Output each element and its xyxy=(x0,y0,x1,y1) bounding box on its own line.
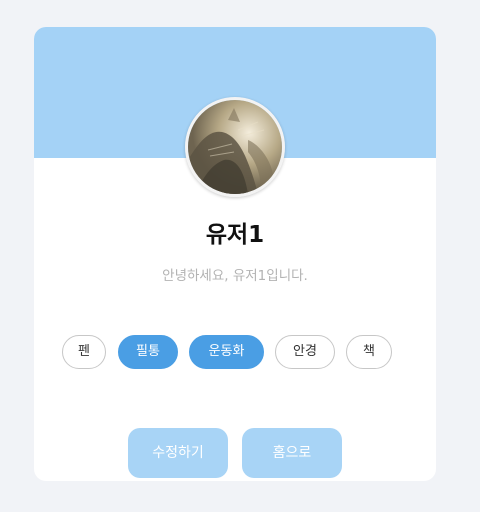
cat-photo-icon xyxy=(188,100,282,194)
tag-sneakers[interactable]: 운동화 xyxy=(189,335,264,369)
home-button[interactable]: 홈으로 xyxy=(242,428,342,478)
avatar xyxy=(185,97,285,197)
profile-username: 유저1 xyxy=(205,222,265,248)
tag-pen[interactable]: 펜 xyxy=(62,335,106,369)
tag-glasses[interactable]: 안경 xyxy=(275,335,335,369)
tag-book[interactable]: 책 xyxy=(346,335,392,369)
profile-greeting: 안녕하세요, 유저1입니다. xyxy=(162,268,308,284)
tag-pencil-case[interactable]: 필통 xyxy=(118,335,178,369)
profile-card: 유저1 안녕하세요, 유저1입니다. 펜 필통 운동화 안경 책 수정하기 홈으… xyxy=(34,27,436,481)
edit-button[interactable]: 수정하기 xyxy=(128,428,228,478)
